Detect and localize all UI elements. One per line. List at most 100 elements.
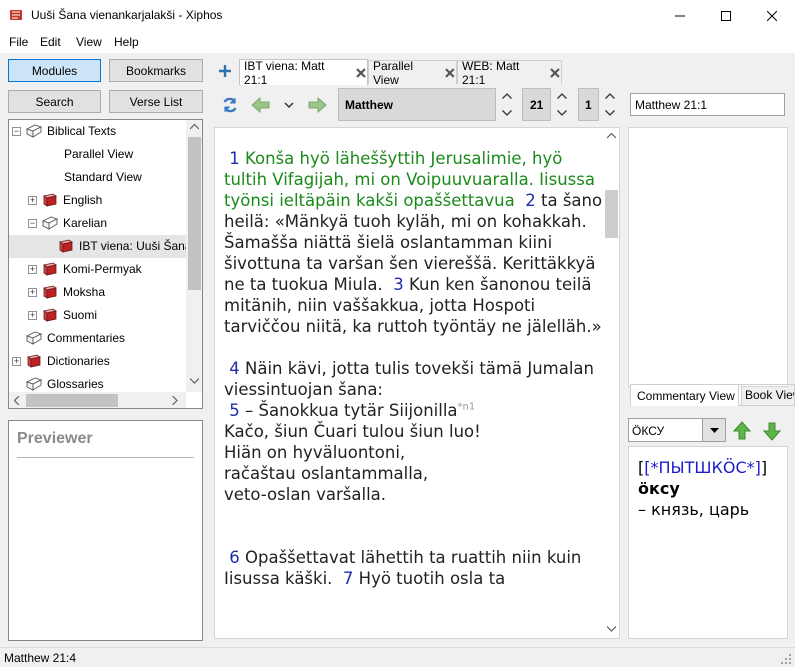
chevron-up-icon[interactable] [557, 93, 567, 100]
verse-number[interactable]: 5 [229, 401, 240, 420]
chevron-up-icon[interactable] [605, 93, 615, 100]
dictionary-key-dropdown[interactable] [702, 418, 726, 442]
menu-view[interactable]: View [76, 35, 102, 49]
verse-number[interactable]: 6 [229, 548, 240, 567]
verse-number[interactable]: 4 [229, 359, 240, 378]
chapter-selector[interactable]: 21 [522, 88, 551, 121]
text-vertical-scrollbar[interactable] [603, 128, 619, 638]
history-dropdown[interactable] [282, 98, 296, 112]
back-button[interactable] [251, 96, 271, 114]
tree-item[interactable]: Standard View [9, 166, 187, 189]
tree-item[interactable]: − Karelian [9, 212, 187, 235]
book-spinner[interactable] [500, 88, 514, 121]
verse-list-button[interactable]: Verse List [109, 90, 203, 113]
tree-item[interactable]: + Komi-Permyak [9, 258, 187, 281]
tree-item-label: English [63, 193, 103, 207]
verse-selector[interactable]: 1 [578, 88, 599, 121]
tab-parallel-view[interactable]: Parallel View [368, 59, 457, 87]
tab-close-icon[interactable] [549, 67, 561, 79]
minimize-button[interactable] [657, 0, 703, 31]
chapter-value: 21 [530, 98, 544, 112]
menu-edit[interactable]: Edit [40, 35, 61, 49]
dictionary-headword-link[interactable]: [[*ПЫТШКӦС*]] [638, 458, 767, 477]
verse-number[interactable]: 1 [229, 149, 240, 168]
chapter-spinner[interactable] [555, 88, 569, 121]
menu-file[interactable]: File [9, 35, 28, 49]
verse-number[interactable]: 3 [393, 275, 404, 294]
collapse-icon[interactable]: − [12, 127, 21, 136]
text-scroll-thumb[interactable] [605, 190, 618, 238]
tab-ibt-viena[interactable]: IBT viena: Matt 21:1 [239, 58, 368, 87]
expand-icon[interactable]: + [28, 288, 37, 297]
tree-item-label: Glossaries [47, 377, 104, 391]
dropdown-arrow-icon [709, 427, 719, 433]
book-icon [58, 239, 74, 253]
book-selector[interactable]: Matthew [338, 88, 496, 121]
scroll-down-icon [607, 626, 616, 632]
commentary-view[interactable] [628, 127, 788, 387]
chevron-down-icon[interactable] [605, 109, 615, 116]
chevron-down-icon [284, 102, 294, 109]
tree-item[interactable]: + Moksha [9, 281, 187, 304]
book-icon [42, 262, 58, 276]
paragraph: 4 Näin kävi, jotta tulis tovekši tämä Ju… [224, 358, 604, 505]
tree-item-label: Suomi [63, 308, 98, 322]
footnote-marker[interactable]: *n1 [458, 402, 476, 413]
next-entry-button[interactable] [762, 421, 782, 441]
tree-item[interactable]: + Dictionaries [9, 350, 187, 373]
chevron-up-icon[interactable] [502, 93, 512, 100]
bible-text: 1 Konša hyö läheššyttih Jerusalimie, hyö… [224, 148, 604, 610]
collapse-icon[interactable]: − [28, 219, 37, 228]
chevron-down-icon[interactable] [502, 109, 512, 116]
tree-scroll-thumb[interactable] [188, 137, 201, 290]
module-tree[interactable]: − Biblical Texts Parallel View Standard Vie… [8, 119, 203, 409]
arrow-up-icon [732, 421, 752, 440]
previous-entry-button[interactable] [732, 421, 752, 441]
bookmarks-button[interactable]: Bookmarks [109, 59, 203, 82]
tree-item[interactable]: Commentaries [9, 327, 187, 350]
tree-item-label: Commentaries [47, 331, 126, 345]
refresh-button[interactable] [220, 95, 240, 115]
tab-book-view[interactable]: Book View [738, 384, 795, 406]
maximize-button[interactable] [703, 0, 749, 31]
verse-spinner[interactable] [603, 88, 617, 121]
tab-label: IBT viena: Matt 21:1 [244, 58, 325, 87]
verse-number[interactable]: 7 [343, 569, 354, 588]
bible-text-view[interactable]: 1 Konša hyö läheššyttih Jerusalimie, hyö… [214, 127, 620, 639]
menu-help[interactable]: Help [114, 35, 139, 49]
tab-close-icon[interactable] [444, 67, 456, 79]
close-button[interactable] [749, 0, 795, 31]
dict-head-text: [*ПЫТШКӦС*] [644, 458, 761, 477]
tab-commentary-view[interactable]: Commentary View [630, 384, 742, 406]
expand-icon[interactable]: + [12, 357, 21, 366]
forward-button[interactable] [307, 96, 327, 114]
search-button[interactable]: Search [8, 90, 101, 113]
scroll-right-icon [172, 396, 178, 405]
tree-hscroll-thumb[interactable] [26, 394, 118, 407]
previewer-title: Previewer [17, 430, 93, 447]
tree-horizontal-scrollbar[interactable] [9, 392, 186, 408]
resize-grip-icon[interactable] [780, 653, 792, 665]
app-logo-icon [10, 10, 22, 20]
new-tab-button[interactable] [216, 62, 234, 80]
tab-close-icon[interactable] [355, 67, 367, 79]
tab-web[interactable]: WEB: Matt 21:1 [457, 59, 562, 87]
tree-item[interactable]: − Biblical Texts [9, 120, 187, 143]
expand-icon[interactable]: + [28, 311, 37, 320]
close-icon [767, 10, 777, 21]
dictionary-view[interactable]: [[*ПЫТШКӦС*]] öксу – князь, царь [628, 446, 788, 639]
status-text: Matthew 21:4 [4, 651, 77, 665]
expand-icon[interactable]: + [28, 196, 37, 205]
modules-button[interactable]: Modules [8, 59, 101, 82]
reference-input[interactable]: Matthew 21:1 [630, 93, 785, 116]
tree-item[interactable]: Parallel View [9, 143, 187, 166]
expand-icon[interactable]: + [28, 265, 37, 274]
tree-vertical-scrollbar[interactable] [186, 120, 202, 392]
tree-item[interactable]: IBT viena: Uuši Šana [9, 235, 192, 258]
chevron-down-icon[interactable] [557, 109, 567, 116]
open-book-icon [42, 216, 58, 230]
tree-item[interactable]: + Suomi [9, 304, 187, 327]
tree-item[interactable]: + English [9, 189, 187, 212]
verse-number[interactable]: 2 [525, 191, 536, 210]
scroll-up-icon [607, 133, 616, 139]
